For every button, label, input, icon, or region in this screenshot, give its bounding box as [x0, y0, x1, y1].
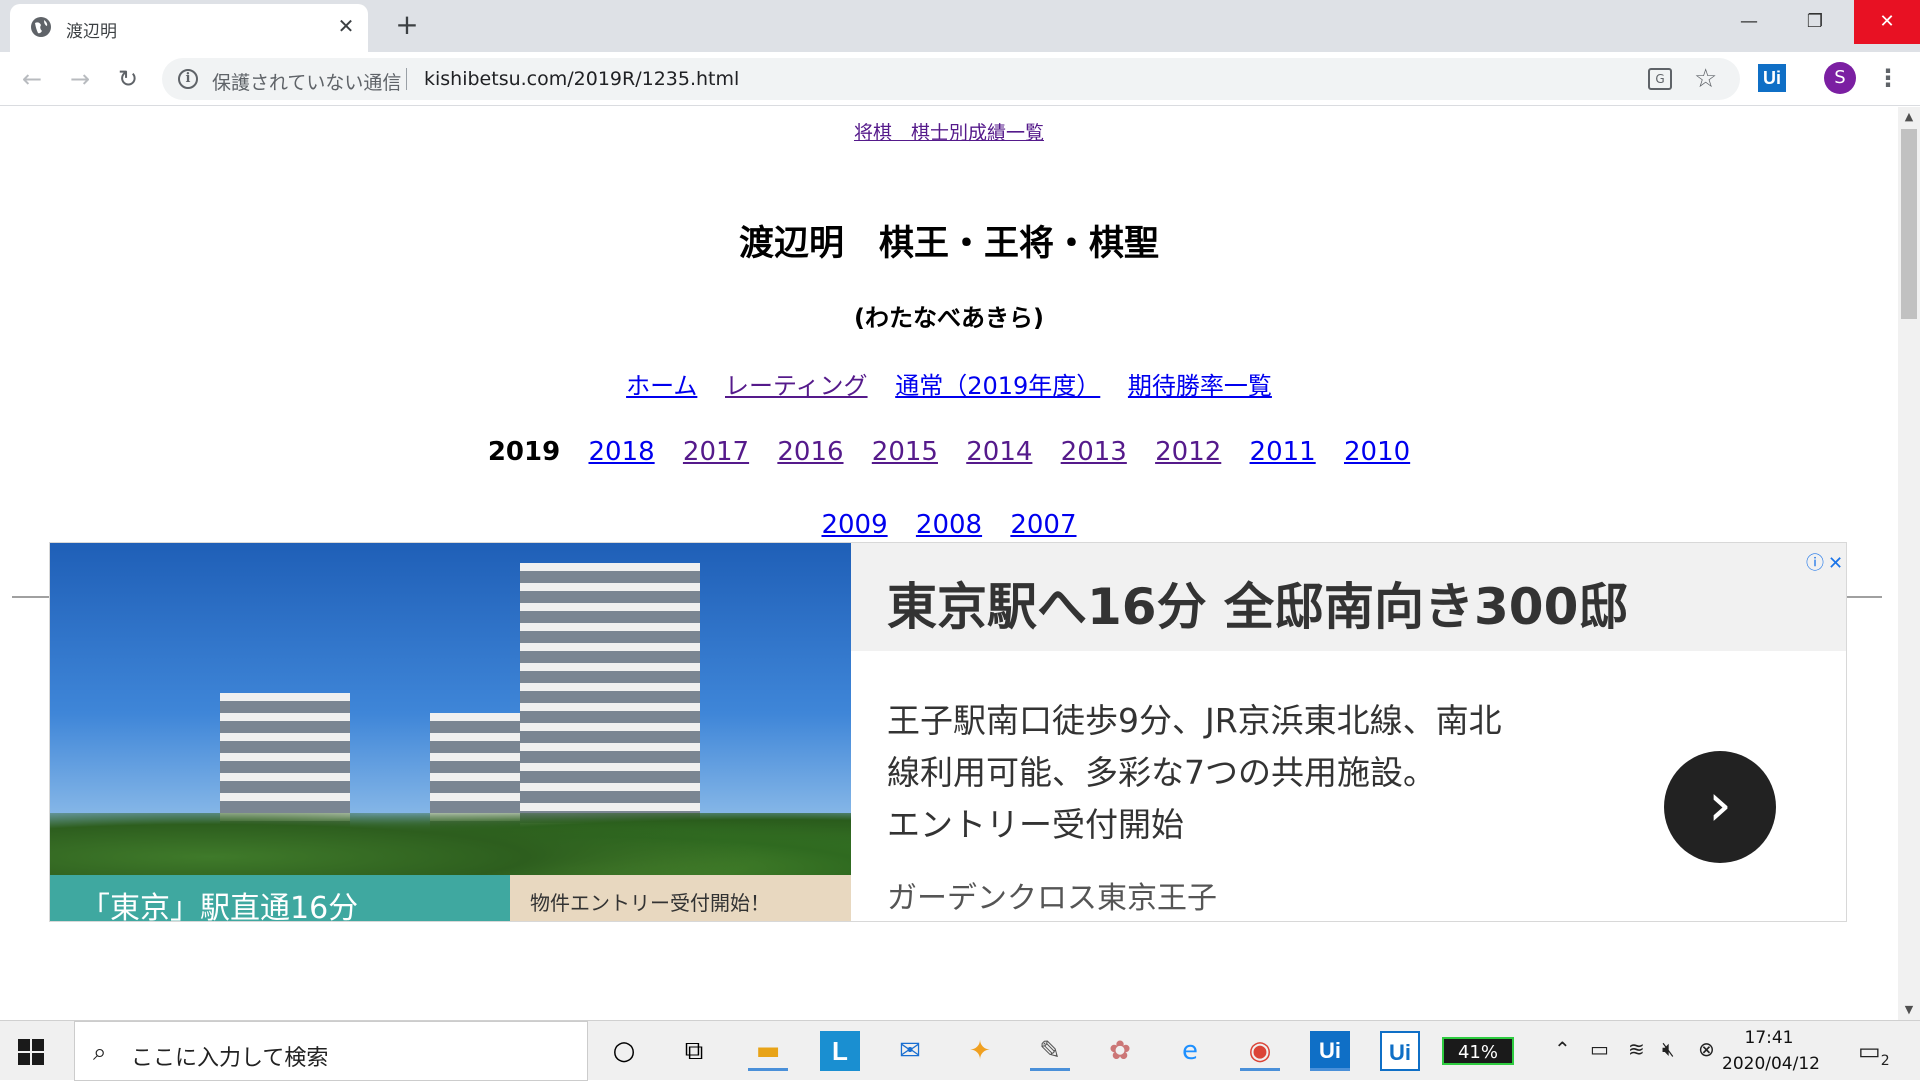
- uipath-extension-icon[interactable]: Ui: [1758, 64, 1786, 92]
- tab-close-icon[interactable]: ✕: [332, 12, 360, 40]
- cortana-icon[interactable]: ○: [604, 1031, 644, 1071]
- ad-banner-left: 「東京」駅直通16分: [50, 875, 510, 921]
- battery-indicator[interactable]: 41%: [1442, 1037, 1514, 1065]
- ad-close-icon[interactable]: ✕: [1828, 553, 1843, 574]
- battery-icon[interactable]: ▭: [1590, 1037, 1609, 1061]
- ad-body-line: エントリー受付開始: [887, 805, 1184, 844]
- window-close-button[interactable]: ✕: [1854, 0, 1920, 44]
- year-link[interactable]: 2011: [1250, 437, 1316, 467]
- page-title: 渡辺明 棋王・王将・棋聖: [738, 224, 1159, 264]
- nav-link-rating[interactable]: レーティング: [725, 372, 868, 400]
- uipath-studio-icon[interactable]: Ui: [1310, 1031, 1350, 1071]
- ad-banner-right: 物件エントリー受付開始！: [510, 875, 851, 921]
- taskbar-search-placeholder: ここに入力して検索: [131, 1046, 329, 1071]
- globe-icon: [31, 17, 51, 37]
- ad-info-icon[interactable]: ⓘ: [1806, 553, 1824, 574]
- uipath-robot-icon[interactable]: Ui: [1380, 1031, 1420, 1071]
- clock-date: 2020/04/12: [1722, 1054, 1820, 1074]
- task-view-icon[interactable]: ⧉: [674, 1031, 714, 1071]
- browser-toolbar: ← → ↻ i 保護されていない通信 kishibetsu.com/2019R/…: [0, 52, 1920, 106]
- scroll-down-arrow-icon[interactable]: ▼: [1898, 1000, 1920, 1020]
- year-link[interactable]: 2013: [1061, 437, 1127, 467]
- forward-arrow-icon[interactable]: →: [64, 63, 96, 95]
- url-text[interactable]: kishibetsu.com/2019R/1235.html: [424, 68, 739, 90]
- ad-headline[interactable]: 東京駅へ16分 全邸南向き300邸: [887, 567, 1628, 639]
- translate-icon[interactable]: G: [1648, 68, 1672, 90]
- ad-image[interactable]: 「東京」駅直通16分 物件エントリー受付開始！: [50, 543, 851, 921]
- year-link[interactable]: 2012: [1155, 437, 1221, 467]
- internet-explorer-icon[interactable]: e: [1170, 1031, 1210, 1071]
- action-center-icon[interactable]: ▭2: [1858, 1037, 1890, 1069]
- chrome-icon[interactable]: ◉: [1240, 1031, 1280, 1071]
- tray-chevron-up-icon[interactable]: ⌃: [1554, 1037, 1571, 1061]
- mail-icon[interactable]: ✉: [890, 1031, 930, 1071]
- app-fox-icon[interactable]: ✦: [960, 1031, 1000, 1071]
- file-explorer-icon[interactable]: ▬: [748, 1031, 788, 1071]
- current-year: 2019: [487, 437, 561, 467]
- wifi-icon[interactable]: ≋: [1628, 1037, 1645, 1061]
- nav-link-expected-winrate[interactable]: 期待勝率一覧: [1128, 372, 1272, 400]
- search-icon: ⌕: [93, 1038, 107, 1066]
- year-link[interactable]: 2014: [966, 437, 1032, 467]
- year-link[interactable]: 2017: [683, 437, 749, 467]
- ad-headline-box: 東京駅へ16分 全邸南向き300邸: [851, 543, 1846, 651]
- browser-titlebar: 渡辺明 ✕ + — ❐ ✕: [0, 0, 1920, 52]
- window-maximize-button[interactable]: ❐: [1782, 0, 1848, 44]
- paint-icon[interactable]: ✿: [1100, 1031, 1140, 1071]
- year-links-row: 2009 2008 2007: [0, 510, 1898, 540]
- scroll-thumb[interactable]: [1901, 129, 1917, 319]
- security-status[interactable]: 保護されていない通信: [212, 68, 401, 95]
- tab-title: 渡辺明: [66, 22, 117, 42]
- year-link[interactable]: 2015: [872, 437, 938, 467]
- top-breadcrumb: 将棋 棋士別成績一覧: [0, 118, 1898, 145]
- name-reading: (わたなべあきら): [854, 304, 1044, 332]
- back-arrow-icon[interactable]: ←: [16, 63, 48, 95]
- ad-body-line: 線利用可能、多彩な7つの共用施設。: [887, 753, 1436, 792]
- taskbar-search-box[interactable]: ⌕ ここに入力して検索: [74, 1021, 588, 1081]
- app-l-icon[interactable]: L: [820, 1031, 860, 1071]
- browser-tab[interactable]: 渡辺明 ✕: [10, 4, 368, 52]
- scroll-up-arrow-icon[interactable]: ▲: [1898, 107, 1920, 127]
- windows-taskbar: ⌕ ここに入力して検索 ○ ⧉ ▬ L ✉ ✦ ✎ ✿ e ◉ Ui Ui 41…: [0, 1020, 1920, 1081]
- year-link[interactable]: 2007: [1010, 510, 1076, 540]
- ad-body: 王子駅南口徒歩9分、JR京浜東北線、南北 線利用可能、多彩な7つの共用施設。 エ…: [887, 695, 1587, 851]
- notification-count: 2: [1880, 1052, 1890, 1069]
- year-links-row: 2019 2018 2017 2016 2015 2014 2013 2012 …: [0, 437, 1898, 467]
- taskbar-clock[interactable]: 17:41 2020/04/12: [1722, 1025, 1820, 1077]
- app-notepad-icon[interactable]: ✎: [1030, 1031, 1070, 1071]
- window-minimize-button[interactable]: —: [1716, 0, 1782, 44]
- ad-next-arrow-icon[interactable]: ›: [1664, 751, 1776, 863]
- year-link[interactable]: 2010: [1344, 437, 1410, 467]
- sync-error-icon[interactable]: ⊗: [1698, 1037, 1715, 1061]
- browser-menu-icon[interactable]: ⋮: [1876, 62, 1900, 94]
- year-link[interactable]: 2009: [821, 510, 887, 540]
- year-link[interactable]: 2008: [916, 510, 982, 540]
- site-top-link[interactable]: 将棋 棋士別成績一覧: [854, 122, 1044, 144]
- address-bar[interactable]: i 保護されていない通信 kishibetsu.com/2019R/1235.h…: [162, 58, 1740, 100]
- ad-brand: ガーデンクロス東京王子: [887, 881, 1217, 916]
- bookmark-star-icon[interactable]: ☆: [1694, 64, 1717, 94]
- year-link[interactable]: 2016: [777, 437, 843, 467]
- profile-avatar[interactable]: S: [1824, 62, 1856, 94]
- new-tab-button[interactable]: +: [390, 8, 424, 42]
- reload-icon[interactable]: ↻: [112, 63, 144, 95]
- clock-time: 17:41: [1744, 1028, 1794, 1048]
- volume-muted-icon[interactable]: 🔇︎: [1662, 1037, 1675, 1061]
- nav-link-normal[interactable]: 通常（2019年度）: [895, 372, 1100, 400]
- advertisement[interactable]: 「東京」駅直通16分 物件エントリー受付開始！ 東京駅へ16分 全邸南向き300…: [49, 542, 1847, 922]
- ad-choices[interactable]: ⓘ ✕: [1802, 549, 1843, 575]
- info-icon[interactable]: i: [178, 69, 198, 89]
- ad-body-line: 王子駅南口徒歩9分、JR京浜東北線、南北: [887, 701, 1502, 740]
- year-link[interactable]: 2018: [588, 437, 654, 467]
- page-nav: ホーム レーティング 通常（2019年度） 期待勝率一覧: [0, 366, 1898, 401]
- address-separator: [406, 68, 407, 90]
- nav-link-home[interactable]: ホーム: [626, 372, 697, 400]
- windows-start-icon[interactable]: [18, 1039, 44, 1065]
- vertical-scrollbar[interactable]: ▲ ▼: [1898, 107, 1920, 1020]
